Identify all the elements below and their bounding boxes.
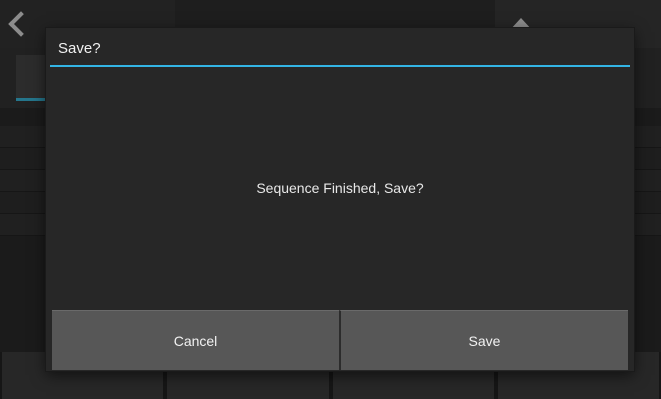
save-button[interactable]: Save [339,310,628,370]
dialog-title: Save? [58,40,101,57]
dialog-message: Sequence Finished, Save? [256,180,424,196]
cancel-button[interactable]: Cancel [52,310,339,370]
save-dialog: Save? Sequence Finished, Save? Cancel Sa… [46,28,634,371]
dialog-button-bar: Cancel Save [52,310,628,370]
title-divider [50,65,630,67]
